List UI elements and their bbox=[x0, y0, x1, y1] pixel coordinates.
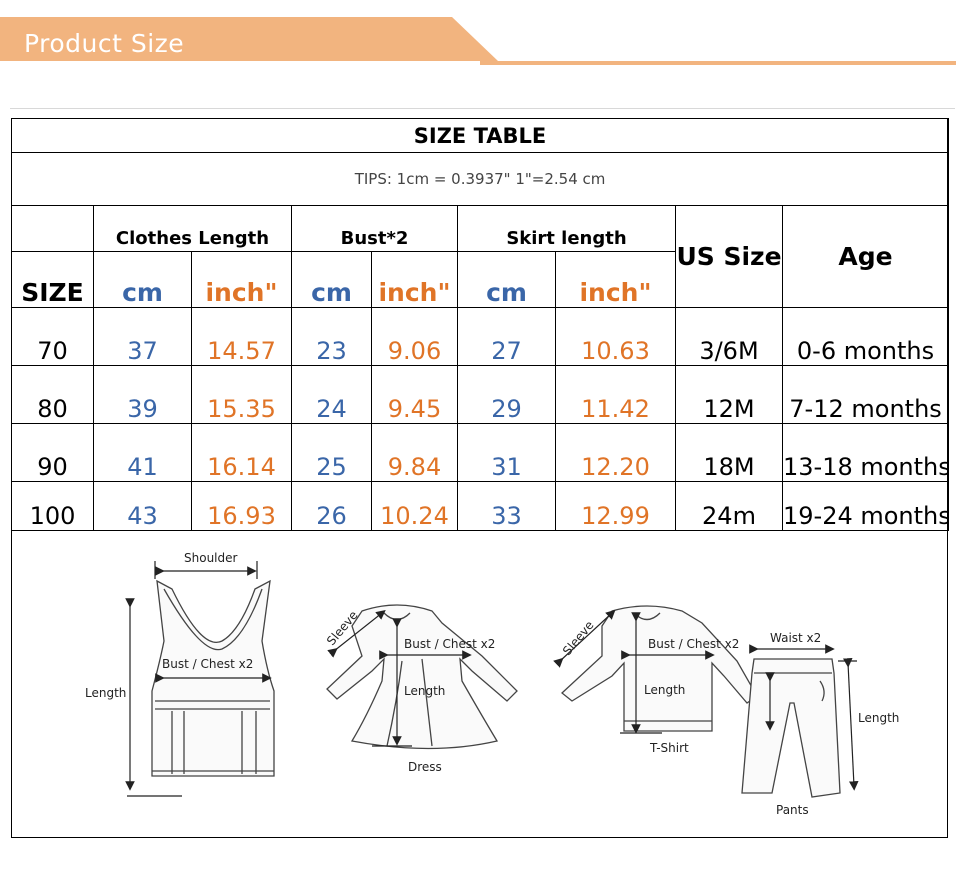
clothes-length-cm: 43 bbox=[93, 481, 192, 531]
dress-bust-label: Bust / Chest x2 bbox=[404, 637, 496, 651]
separator-line bbox=[10, 108, 955, 109]
clothes-length-inch: 16.14 bbox=[191, 423, 292, 482]
age-cell: 7-12 months bbox=[781, 365, 950, 424]
size-cell: 80 bbox=[11, 365, 94, 424]
clothes-length-inch: 15.35 bbox=[191, 365, 292, 424]
pants-caption: Pants bbox=[776, 803, 809, 817]
bust-cm: 23 bbox=[291, 307, 372, 366]
us-size-cell: 3/6M bbox=[675, 307, 783, 366]
cm-header: cm bbox=[457, 251, 556, 308]
size-cell: 90 bbox=[11, 423, 94, 482]
clothes-length-cm: 39 bbox=[93, 365, 192, 424]
clothes-length-inch: 16.93 bbox=[191, 481, 292, 531]
table-row: 80 39 15.35 24 9.45 29 11.42 12M 7-12 mo… bbox=[11, 365, 950, 424]
age-cell: 13-18 months bbox=[781, 423, 950, 482]
us-size-cell: 12M bbox=[675, 365, 783, 424]
group-skirt-length: Skirt length bbox=[457, 205, 676, 252]
skirt-length-cm: 29 bbox=[457, 365, 556, 424]
group-bust: Bust*2 bbox=[291, 205, 458, 252]
inch-header: inch" bbox=[191, 251, 292, 308]
clothes-length-cm: 41 bbox=[93, 423, 192, 482]
us-size-cell: 24m bbox=[675, 481, 783, 531]
blank-header-cell bbox=[11, 205, 94, 252]
bust-inch: 9.84 bbox=[371, 423, 458, 482]
bust-cm: 26 bbox=[291, 481, 372, 531]
table-row: 70 37 14.57 23 9.06 27 10.63 3/6M 0-6 mo… bbox=[11, 307, 950, 366]
vest-shoulder-label: Shoulder bbox=[184, 551, 238, 565]
skirt-length-inch: 12.99 bbox=[555, 481, 676, 531]
age-cell: 19-24 months bbox=[781, 481, 950, 531]
dress-diagram bbox=[326, 604, 518, 750]
garment-diagrams-svg bbox=[125, 561, 859, 798]
us-size-header: US Size bbox=[675, 205, 783, 308]
bust-cm: 25 bbox=[291, 423, 372, 482]
vest-bust-label: Bust / Chest x2 bbox=[162, 657, 254, 671]
bust-inch: 9.45 bbox=[371, 365, 458, 424]
bust-inch: 9.06 bbox=[371, 307, 458, 366]
table-tips: TIPS: 1cm = 0.3937" 1"=2.54 cm bbox=[10, 152, 950, 206]
cm-header: cm bbox=[291, 251, 372, 308]
us-size-cell: 18M bbox=[675, 423, 783, 482]
pants-waist-label: Waist x2 bbox=[770, 631, 822, 645]
bust-inch: 10.24 bbox=[371, 481, 458, 531]
dress-caption: Dress bbox=[408, 760, 442, 774]
clothes-length-cm: 37 bbox=[93, 307, 192, 366]
pants-length-label: Length bbox=[858, 711, 900, 725]
vest-length-label: Length bbox=[85, 686, 127, 700]
tshirt-caption: T-Shirt bbox=[650, 741, 689, 755]
skirt-length-inch: 10.63 bbox=[555, 307, 676, 366]
table-title: SIZE TABLE bbox=[10, 118, 950, 153]
size-header: SIZE bbox=[11, 251, 94, 308]
inch-header: inch" bbox=[371, 251, 458, 308]
inch-header: inch" bbox=[555, 251, 676, 308]
banner-title: Product Size bbox=[24, 29, 185, 58]
size-cell: 100 bbox=[11, 481, 94, 531]
pants-diagram bbox=[741, 658, 841, 798]
skirt-length-inch: 11.42 bbox=[555, 365, 676, 424]
skirt-length-cm: 33 bbox=[457, 481, 556, 531]
age-header: Age bbox=[781, 205, 950, 308]
measurement-diagrams: Shoulder Bust / Chest x2 Length Sleeve B… bbox=[12, 531, 946, 835]
age-cell: 0-6 months bbox=[781, 307, 950, 366]
cm-header: cm bbox=[93, 251, 192, 308]
tshirt-bust-label: Bust / Chest x2 bbox=[648, 637, 740, 651]
clothes-length-inch: 14.57 bbox=[191, 307, 292, 366]
group-clothes-length: Clothes Length bbox=[93, 205, 292, 252]
bust-cm: 24 bbox=[291, 365, 372, 424]
skirt-length-cm: 31 bbox=[457, 423, 556, 482]
table-row: 90 41 16.14 25 9.84 31 12.20 18M 13-18 m… bbox=[11, 423, 950, 482]
skirt-length-inch: 12.20 bbox=[555, 423, 676, 482]
dress-length-label: Length bbox=[404, 684, 446, 698]
size-table: SIZE TABLE TIPS: 1cm = 0.3937" 1"=2.54 c… bbox=[10, 118, 950, 531]
product-size-banner: Product Size bbox=[0, 17, 960, 69]
table-row: 100 43 16.93 26 10.24 33 12.99 24m 19-24… bbox=[11, 481, 950, 531]
skirt-length-cm: 27 bbox=[457, 307, 556, 366]
tshirt-length-label: Length bbox=[644, 683, 686, 697]
size-cell: 70 bbox=[11, 307, 94, 366]
